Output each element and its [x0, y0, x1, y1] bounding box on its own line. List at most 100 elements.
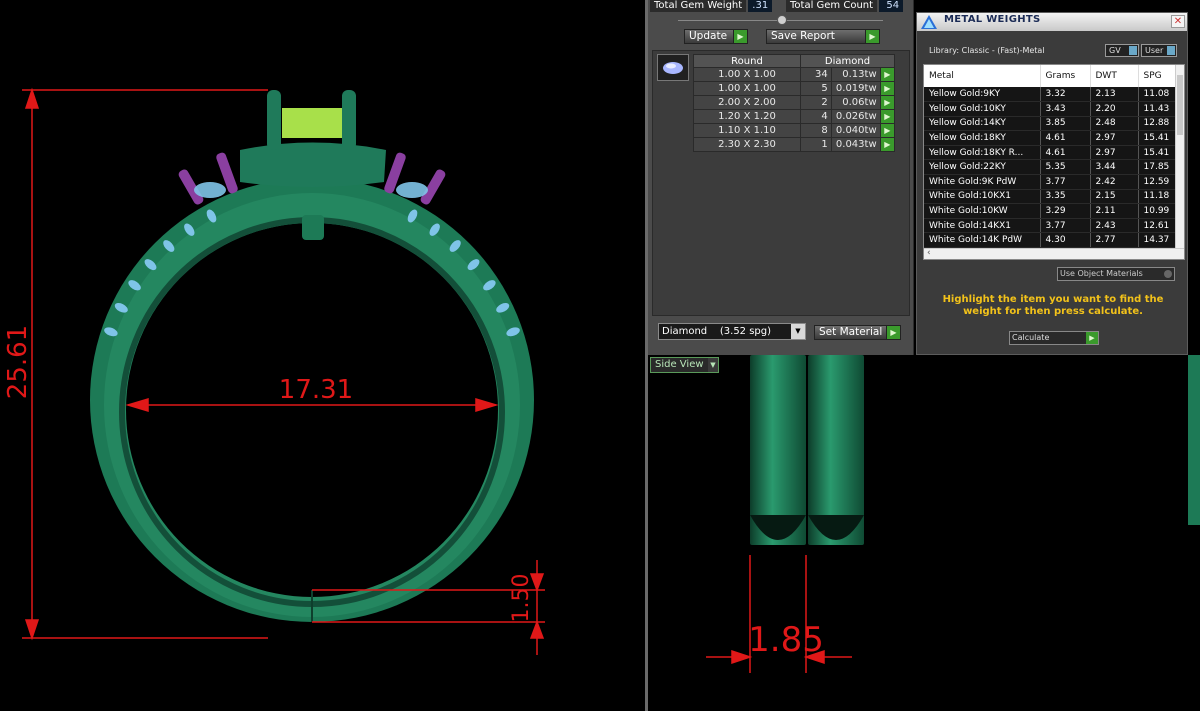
metal-weights-titlebar[interactable]: METAL WEIGHTS ✕	[917, 13, 1187, 31]
gem-table-header-material[interactable]: Diamond	[800, 54, 895, 68]
set-material-button[interactable]: Set Material ▶	[814, 325, 901, 340]
play-icon[interactable]: ▶	[879, 137, 896, 152]
metal-table-row[interactable]: Yellow Gold:9KY 3.32 2.13 11.08	[924, 87, 1179, 103]
side-view-dropdown[interactable]: Side View ▼	[650, 357, 719, 373]
gem-panel: Total Gem Weight .31 Total Gem Count 54 …	[648, 0, 914, 355]
save-report-button-label: Save Report	[771, 30, 835, 42]
metal-table-row[interactable]: White Gold:14KX1 3.77 2.43 12.61	[924, 218, 1179, 234]
metal-grams-cell: 3.85	[1040, 116, 1091, 132]
update-button[interactable]: Update ▶	[684, 29, 748, 44]
play-icon[interactable]: ▶	[879, 67, 896, 82]
gem-weight-cell: 0.13tw	[830, 67, 881, 82]
play-icon[interactable]: ▶	[879, 95, 896, 110]
metal-table-row[interactable]: Yellow Gold:14KY 3.85 2.48 12.88	[924, 116, 1179, 132]
use-object-materials-toggle[interactable]: Use Object Materials	[1057, 267, 1175, 281]
toggle-indicator-icon	[1164, 270, 1172, 278]
vertical-scrollbar[interactable]	[1175, 65, 1184, 249]
total-gem-count-value[interactable]: 54	[879, 0, 904, 12]
gem-table-header-shape[interactable]: Round	[693, 54, 801, 68]
metal-dwt-cell: 2.48	[1090, 116, 1139, 132]
gem-weight-cell: 0.043tw	[830, 137, 881, 152]
gem-table-row[interactable]: 2.30 X 2.30 1 0.043tw ▶	[693, 137, 896, 152]
gem-table-row[interactable]: 1.20 X 1.20 4 0.026tw ▶	[693, 109, 896, 124]
play-icon[interactable]: ▶	[879, 81, 896, 96]
calculate-button[interactable]: Calculate ▶	[1009, 331, 1099, 345]
user-toggle[interactable]: User	[1141, 44, 1177, 57]
metal-grams-cell: 5.35	[1040, 159, 1091, 176]
metal-table-row[interactable]: White Gold:14K PdW 4.30 2.77 14.37	[924, 232, 1179, 249]
metal-name-cell: Yellow Gold:9KY	[924, 87, 1041, 103]
gem-table-row[interactable]: 1.00 X 1.00 5 0.019tw ▶	[693, 81, 896, 96]
gem-table-row[interactable]: 2.00 X 2.00 2 0.06tw ▶	[693, 95, 896, 110]
horizontal-scrollbar[interactable]: ‹	[924, 248, 1184, 259]
metal-table-row[interactable]: White Gold:10KX1 3.35 2.15 11.18	[924, 189, 1179, 205]
play-icon[interactable]: ▶	[879, 123, 896, 138]
metal-dwt-cell: 2.77	[1090, 232, 1139, 249]
gem-weight-cell: 0.026tw	[830, 109, 881, 124]
metal-dwt-cell: 2.43	[1090, 218, 1139, 234]
center-stone	[282, 108, 342, 138]
prong	[342, 90, 356, 150]
metal-dwt-cell: 2.11	[1090, 203, 1139, 219]
spg-column-header[interactable]: SPG	[1138, 65, 1179, 87]
halo-setting	[240, 142, 386, 187]
prong	[267, 90, 281, 150]
side-viewport[interactable]: 1.85	[648, 355, 1200, 711]
update-button-label: Update	[689, 30, 728, 42]
gem-size-cell: 2.00 X 2.00	[693, 95, 801, 110]
metal-name-cell: White Gold:14K PdW	[924, 232, 1041, 249]
metal-table-row[interactable]: White Gold:9K PdW 3.77 2.42 12.59	[924, 174, 1179, 190]
metal-column-header[interactable]: Metal	[924, 65, 1041, 87]
band-thickness-label: 1.50	[509, 574, 534, 623]
library-label: Library: Classic - (Fast)-Metal	[929, 46, 1045, 55]
dwt-column-header[interactable]: DWT	[1090, 65, 1139, 87]
user-toggle-label: User	[1145, 46, 1164, 55]
metal-table-row[interactable]: Yellow Gold:18KY R... 4.61 2.97 15.41	[924, 145, 1179, 161]
ring-side-drawing: 1.85	[706, 355, 1200, 673]
metal-table-row[interactable]: White Gold:10KW 3.29 2.11 10.99	[924, 203, 1179, 219]
close-icon[interactable]: ✕	[1171, 15, 1185, 28]
set-material-button-label: Set Material	[819, 326, 883, 338]
gem-size-cell: 1.10 X 1.10	[693, 123, 801, 138]
metal-dwt-cell: 3.44	[1090, 159, 1139, 176]
gem-size-cell: 1.00 X 1.00	[693, 67, 801, 82]
play-icon: ▶	[865, 30, 879, 43]
gem-count-cell: 4	[800, 109, 832, 124]
metal-grams-cell: 3.32	[1040, 87, 1091, 103]
chevron-left-icon[interactable]: ‹	[927, 248, 931, 258]
gv-toggle[interactable]: GV	[1105, 44, 1139, 57]
scrollbar-thumb[interactable]	[1177, 75, 1183, 135]
metal-table-row[interactable]: Yellow Gold:10KY 3.43 2.20 11.43	[924, 101, 1179, 117]
front-viewport[interactable]: 25.61 17.31 1.50	[0, 0, 645, 711]
save-report-button[interactable]: Save Report ▶	[766, 29, 880, 44]
material-select-spg: (3.52 spg)	[719, 326, 772, 337]
gem-list-area: Round Diamond 1.00 X 1.00 34 0.13tw ▶ 1.00 X…	[652, 50, 910, 316]
gem-count-cell: 1	[800, 137, 832, 152]
metal-table: Metal Grams DWT SPG Yellow Gold:9KY 3.32 2…	[924, 65, 1179, 249]
metal-spg-cell: 15.41	[1138, 130, 1179, 146]
play-icon[interactable]: ▶	[879, 109, 896, 124]
gem-table: Round Diamond 1.00 X 1.00 34 0.13tw ▶ 1.00 X…	[693, 54, 896, 152]
metal-grams-cell: 3.77	[1040, 218, 1091, 234]
metal-dwt-cell: 2.97	[1090, 130, 1139, 146]
gem-weight-cell: 0.040tw	[830, 123, 881, 138]
metal-spg-cell: 15.41	[1138, 145, 1179, 161]
metal-grams-cell: 4.61	[1040, 130, 1091, 146]
gem-thumbnail-icon[interactable]	[657, 54, 689, 81]
total-gem-count-field: Total Gem Count 54	[786, 0, 904, 12]
total-gem-weight-value[interactable]: .31	[748, 0, 773, 12]
slider-handle[interactable]	[777, 15, 787, 25]
chevron-down-icon: ▼	[708, 358, 718, 372]
material-select-value: Diamond	[662, 326, 708, 337]
gem-table-row[interactable]: 1.00 X 1.00 34 0.13tw ▶	[693, 67, 896, 82]
metal-grams-cell: 4.61	[1040, 145, 1091, 161]
metal-spg-cell: 11.43	[1138, 101, 1179, 117]
material-select[interactable]: Diamond (3.52 spg) ▼	[658, 323, 806, 340]
metal-table-row[interactable]: Yellow Gold:22KY 5.35 3.44 17.85	[924, 159, 1179, 176]
total-gem-weight-field: Total Gem Weight .31	[650, 0, 773, 12]
metal-table-row[interactable]: Yellow Gold:18KY 4.61 2.97 15.41	[924, 130, 1179, 146]
gem-table-row[interactable]: 1.10 X 1.10 8 0.040tw ▶	[693, 123, 896, 138]
gem-size-cell: 2.30 X 2.30	[693, 137, 801, 152]
grams-column-header[interactable]: Grams	[1040, 65, 1091, 87]
metal-dwt-cell: 2.15	[1090, 189, 1139, 205]
